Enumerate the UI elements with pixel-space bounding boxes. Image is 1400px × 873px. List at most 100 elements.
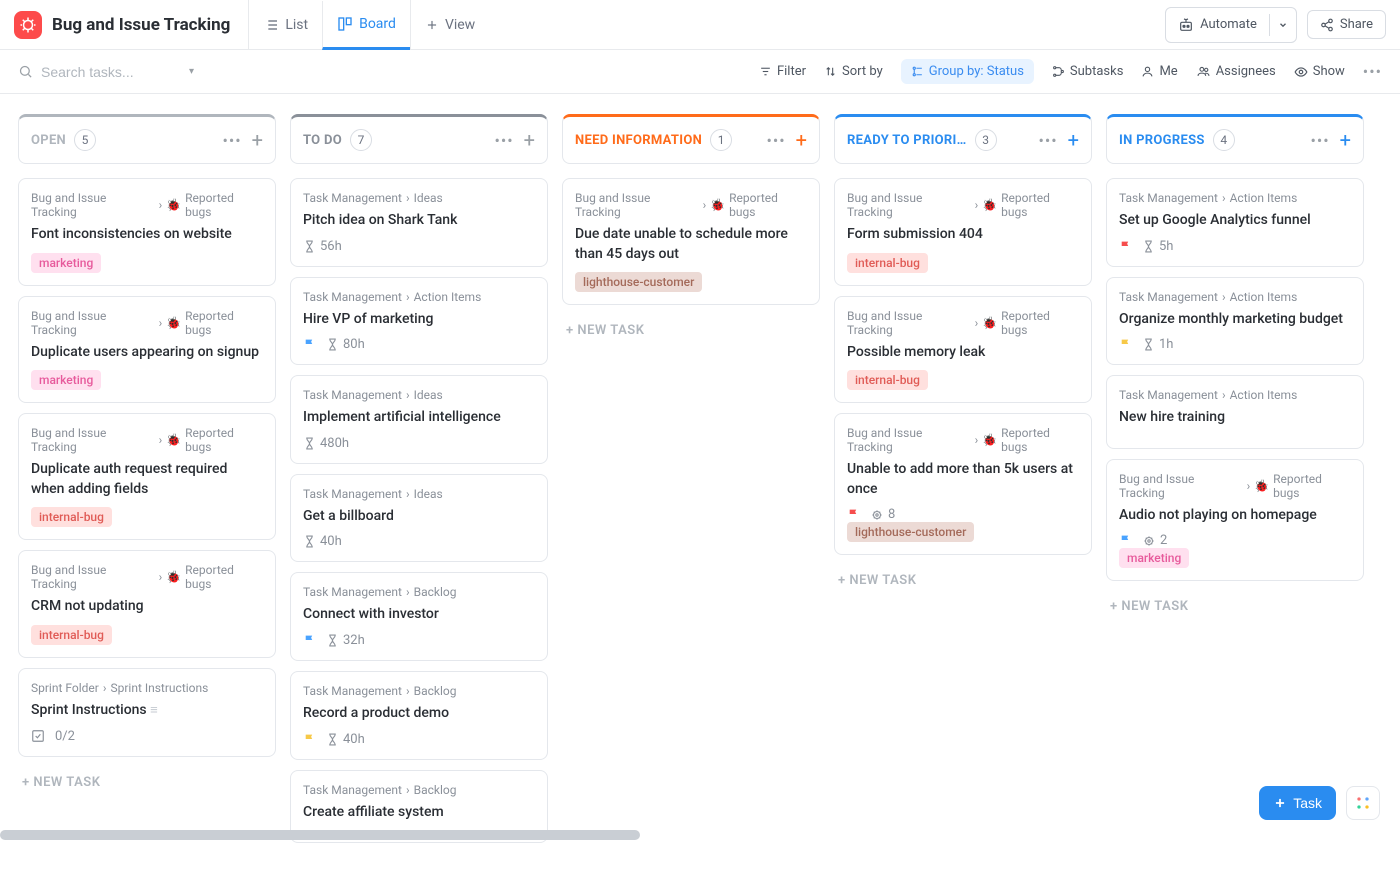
column-header[interactable]: IN PROGRESS4•••+ [1106, 114, 1364, 164]
sortby-button[interactable]: Sort by [824, 64, 883, 79]
task-card[interactable]: Sprint Folder›Sprint InstructionsSprint … [18, 668, 276, 757]
tag[interactable]: marketing [31, 253, 101, 273]
flag-icon [1119, 338, 1132, 351]
time-estimate: 56h [303, 239, 342, 254]
apps-button[interactable] [1346, 786, 1380, 820]
flag-icon [303, 733, 316, 746]
task-card[interactable]: Task Management›Action ItemsHire VP of m… [290, 277, 548, 366]
groupby-button[interactable]: Group by: Status [901, 59, 1034, 84]
more-menu-button[interactable]: ••• [1363, 62, 1382, 81]
new-task-fab[interactable]: Task [1259, 786, 1336, 820]
task-card[interactable]: Bug and Issue Tracking›🐞Reported bugsDup… [18, 413, 276, 540]
card-title: Due date unable to schedule more than 45… [575, 225, 807, 264]
search-input[interactable] [41, 64, 181, 80]
task-card[interactable]: Task Management›BacklogRecord a product … [290, 671, 548, 760]
crumb-list: Reported bugs [1001, 309, 1079, 337]
crumb-list: Action Items [1230, 388, 1298, 402]
card-tags: internal-bug [31, 625, 263, 645]
card-title: Sprint Instructions ≡ [31, 701, 263, 721]
task-card[interactable]: Bug and Issue Tracking›🐞Reported bugsDue… [562, 178, 820, 305]
new-task-button[interactable]: + NEW TASK [18, 767, 276, 798]
crumb-list: Sprint Instructions [110, 681, 208, 695]
robot-icon [1178, 17, 1194, 33]
task-card[interactable]: Bug and Issue Tracking›🐞Reported bugs CRM… [18, 550, 276, 658]
subtasks-button[interactable]: Subtasks [1052, 64, 1124, 79]
column-add-button[interactable]: + [524, 130, 535, 150]
crumb-folder: Task Management [1119, 388, 1218, 402]
tab-add-view[interactable]: View [410, 0, 489, 49]
column-more-button[interactable]: ••• [222, 131, 241, 150]
checklist-progress: 0/2 [31, 729, 263, 744]
column-add-button[interactable]: + [1068, 130, 1079, 150]
column-header[interactable]: TO DO7•••+ [290, 114, 548, 164]
column-more-button[interactable]: ••• [494, 131, 513, 150]
tag[interactable]: internal-bug [847, 370, 928, 390]
card-title: Implement artificial intelligence [303, 408, 535, 428]
column-add-button[interactable]: + [1340, 130, 1351, 150]
card-title: CRM not updating [31, 597, 263, 617]
column-more-button[interactable]: ••• [766, 131, 785, 150]
chevron-down-icon[interactable]: ▾ [189, 66, 194, 77]
tag[interactable]: lighthouse-customer [575, 272, 702, 292]
task-card[interactable]: Task Management›IdeasImplement artificia… [290, 375, 548, 464]
tag[interactable]: marketing [31, 370, 101, 390]
task-card[interactable]: Bug and Issue Tracking›🐞Reported bugsDup… [18, 296, 276, 404]
breadcrumb: Task Management›Action Items [303, 290, 535, 304]
share-button[interactable]: Share [1307, 10, 1386, 39]
breadcrumb: Bug and Issue Tracking›🐞Reported bugs [31, 191, 263, 219]
task-card[interactable]: Bug and Issue Tracking›🐞Reported bugsAud… [1106, 459, 1364, 582]
horizontal-scrollbar[interactable] [0, 830, 640, 840]
column-more-button[interactable]: ••• [1310, 131, 1329, 150]
tag[interactable]: lighthouse-customer [847, 522, 974, 542]
task-card[interactable]: Task Management›Action ItemsNew hire tra… [1106, 375, 1364, 449]
card-meta: 2 [1119, 533, 1351, 548]
task-card[interactable]: Bug and Issue Tracking›🐞Reported bugsFon… [18, 178, 276, 286]
column-header[interactable]: NEED INFORMATION1•••+ [562, 114, 820, 164]
tag[interactable]: internal-bug [31, 507, 112, 527]
search-wrap[interactable]: ▾ [18, 64, 238, 80]
column-add-button[interactable]: + [796, 130, 807, 150]
chevron-right-icon: › [406, 487, 410, 501]
subtasks-icon [1052, 65, 1065, 78]
filter-button[interactable]: Filter [759, 64, 806, 79]
hourglass-icon [326, 338, 339, 351]
crumb-list: Action Items [1230, 290, 1298, 304]
task-card[interactable]: Task Management›Action ItemsOrganize mon… [1106, 277, 1364, 366]
task-card[interactable]: Task Management›BacklogConnect with inve… [290, 572, 548, 661]
chevron-right-icon: › [159, 198, 163, 212]
flag-icon [847, 508, 860, 521]
tag[interactable]: internal-bug [31, 625, 112, 645]
card-title: Form submission 404 [847, 225, 1079, 245]
assignees-button[interactable]: Assignees [1196, 64, 1276, 79]
new-task-button[interactable]: + NEW TASK [562, 315, 820, 346]
column-add-button[interactable]: + [252, 130, 263, 150]
breadcrumb: Task Management›Action Items [1119, 191, 1351, 205]
tab-board[interactable]: Board [322, 1, 410, 50]
tag[interactable]: marketing [1119, 548, 1189, 568]
column-header[interactable]: READY TO PRIORI…3•••+ [834, 114, 1092, 164]
tab-list[interactable]: List [248, 0, 322, 49]
new-task-button[interactable]: + NEW TASK [1106, 591, 1364, 622]
chevron-down-icon[interactable] [1269, 14, 1296, 36]
automate-button[interactable]: Automate [1165, 7, 1297, 43]
flag-icon [1119, 240, 1132, 253]
column-header[interactable]: OPEN5•••+ [18, 114, 276, 164]
breadcrumb: Bug and Issue Tracking›🐞Reported bugs [31, 563, 263, 591]
new-task-button[interactable]: + NEW TASK [834, 565, 1092, 596]
me-button[interactable]: Me [1141, 64, 1177, 79]
sortby-label: Sort by [842, 64, 883, 79]
column-count-badge: 5 [74, 129, 96, 151]
task-card[interactable]: Bug and Issue Tracking›🐞Reported bugsPos… [834, 296, 1092, 404]
tag[interactable]: internal-bug [847, 253, 928, 273]
show-button[interactable]: Show [1294, 64, 1345, 79]
task-card[interactable]: Task Management›IdeasPitch idea on Shark… [290, 178, 548, 267]
hourglass-icon [303, 437, 316, 450]
app-logo[interactable] [14, 11, 42, 39]
task-card[interactable]: Bug and Issue Tracking›🐞Reported bugsUna… [834, 413, 1092, 555]
list-icon [263, 17, 279, 33]
task-card[interactable]: Bug and Issue Tracking›🐞Reported bugsFor… [834, 178, 1092, 286]
sprint-points: 8 [870, 507, 895, 522]
column-more-button[interactable]: ••• [1038, 131, 1057, 150]
task-card[interactable]: Task Management›IdeasGet a billboard40h [290, 474, 548, 563]
task-card[interactable]: Task Management›Action ItemsSet up Googl… [1106, 178, 1364, 267]
